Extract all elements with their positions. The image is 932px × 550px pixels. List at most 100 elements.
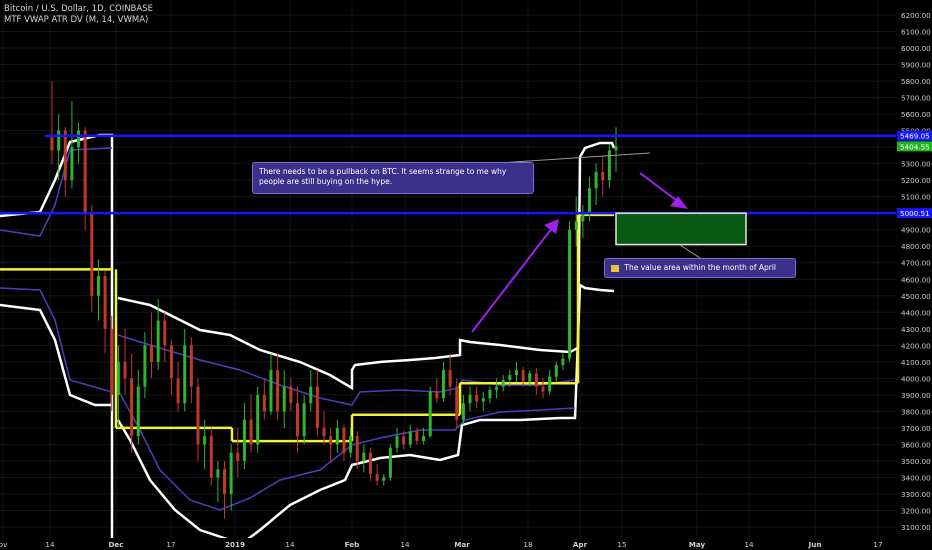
y-tick-label: 5600.00 xyxy=(901,110,931,119)
candle-body xyxy=(296,403,300,437)
candle-body xyxy=(448,370,452,387)
candle-body xyxy=(176,378,180,404)
candle-body xyxy=(302,403,306,437)
candle-body xyxy=(475,394,479,402)
x-tick-label: ov xyxy=(0,540,8,549)
candle-body xyxy=(415,431,419,442)
x-tick-label: Apr xyxy=(573,540,588,549)
x-tick-label: 14 xyxy=(45,540,55,549)
candle-body xyxy=(50,137,54,151)
lower-atr-band xyxy=(0,303,112,407)
y-tick-label: 6100.00 xyxy=(901,28,931,37)
candle-body xyxy=(83,130,87,214)
candle-body xyxy=(216,469,220,478)
x-tick-label: May xyxy=(689,540,706,549)
candle-body xyxy=(355,436,359,461)
candle-body xyxy=(289,386,293,404)
candle-body xyxy=(90,213,94,296)
candle-body xyxy=(428,391,432,437)
time-axis: ov 14 Dec 17 2019 14 Feb 14 Mar 18 Apr 15 May 14 Jun 17 xyxy=(0,538,932,550)
candle-body xyxy=(256,394,260,445)
candle-body xyxy=(315,386,319,428)
candle-body xyxy=(568,229,572,359)
candle-body xyxy=(209,436,213,478)
candle-body xyxy=(183,345,187,404)
candle-body xyxy=(514,370,518,376)
price-badge-label: 5000.51 xyxy=(900,209,930,218)
candle-body xyxy=(70,147,74,181)
candle-body xyxy=(123,361,127,379)
indicator-title: MTF VWAP ATR DV (M, 14, VWMA) xyxy=(4,15,149,25)
candle-body xyxy=(581,213,585,222)
candle-body xyxy=(534,373,538,387)
candle-body xyxy=(242,419,246,461)
candle-body xyxy=(282,386,286,412)
y-tick-label: 5300.00 xyxy=(901,160,931,169)
y-tick-label: 4100.00 xyxy=(901,358,931,367)
inner-lower-band-dec xyxy=(117,389,576,511)
candle-body xyxy=(368,452,372,475)
candle-body xyxy=(96,275,100,296)
candle-body xyxy=(322,427,326,437)
candle-body xyxy=(382,477,386,481)
candle-body xyxy=(528,373,532,382)
y-tick-label: 5700.00 xyxy=(901,94,931,103)
x-tick-label: Jun xyxy=(808,540,822,549)
y-tick-label: 5100.00 xyxy=(901,193,931,202)
value-area-note[interactable]: The value area within the month of April xyxy=(604,258,796,278)
candle-body xyxy=(143,345,147,387)
pullback-note[interactable]: There needs to be a pullback on BTC. It … xyxy=(252,162,534,194)
candle-body xyxy=(189,345,193,387)
y-tick-label: 4300.00 xyxy=(901,325,931,334)
candle-body xyxy=(362,452,366,461)
y-tick-label: 5900.00 xyxy=(901,61,931,70)
candle-body xyxy=(607,150,611,181)
candle-body xyxy=(548,376,552,392)
x-tick-label: Feb xyxy=(345,540,360,549)
candle-body xyxy=(614,146,618,151)
candle-body xyxy=(561,358,565,366)
x-tick-label: 14 xyxy=(285,540,295,549)
candle-body xyxy=(601,171,605,181)
y-tick-label: 4400.00 xyxy=(901,308,931,317)
candle-body xyxy=(116,361,120,395)
candle-body xyxy=(594,171,598,189)
candle-body xyxy=(249,419,253,445)
y-tick-label: 3200.00 xyxy=(901,506,931,515)
candle-body xyxy=(395,436,399,448)
value-area-note-text: The value area within the month of April xyxy=(624,263,777,272)
candle-body xyxy=(481,398,485,402)
y-tick-label: 3500.00 xyxy=(901,457,931,466)
inner-upper-band xyxy=(0,147,113,237)
candle-body xyxy=(342,427,346,453)
candle-body xyxy=(196,386,200,445)
arrow-up-head xyxy=(544,219,559,234)
symbol-title: Bitcoin / U.S. Dollar, 1D, COINBASE xyxy=(4,4,153,14)
price-badge-label: 5469.05 xyxy=(900,132,930,141)
y-tick-label: 3100.00 xyxy=(901,523,931,532)
candle-body xyxy=(136,386,140,437)
candle-body xyxy=(501,380,505,387)
candle-body xyxy=(156,320,160,362)
candle-body xyxy=(541,386,545,392)
candle-body xyxy=(262,394,266,412)
indicator-bands xyxy=(0,133,616,550)
candle-body xyxy=(223,469,227,494)
lower-atr-band-dec xyxy=(116,282,615,550)
candle-body xyxy=(388,447,392,478)
y-tick-label: 5200.00 xyxy=(901,176,931,185)
x-tick-label: 14 xyxy=(744,540,754,549)
x-tick-label: Mar xyxy=(454,540,470,549)
candle-body xyxy=(269,370,273,412)
candle-body xyxy=(77,130,81,148)
candle-body xyxy=(441,370,445,399)
value-area-box[interactable] xyxy=(615,212,747,246)
arrow-down-line xyxy=(639,172,681,204)
candle-body xyxy=(521,370,525,382)
candle-body xyxy=(150,345,154,362)
candle-body xyxy=(402,436,406,445)
candle-body xyxy=(169,345,173,379)
candle-body xyxy=(309,386,313,404)
candle-body xyxy=(435,391,439,399)
candle-body xyxy=(554,365,558,377)
